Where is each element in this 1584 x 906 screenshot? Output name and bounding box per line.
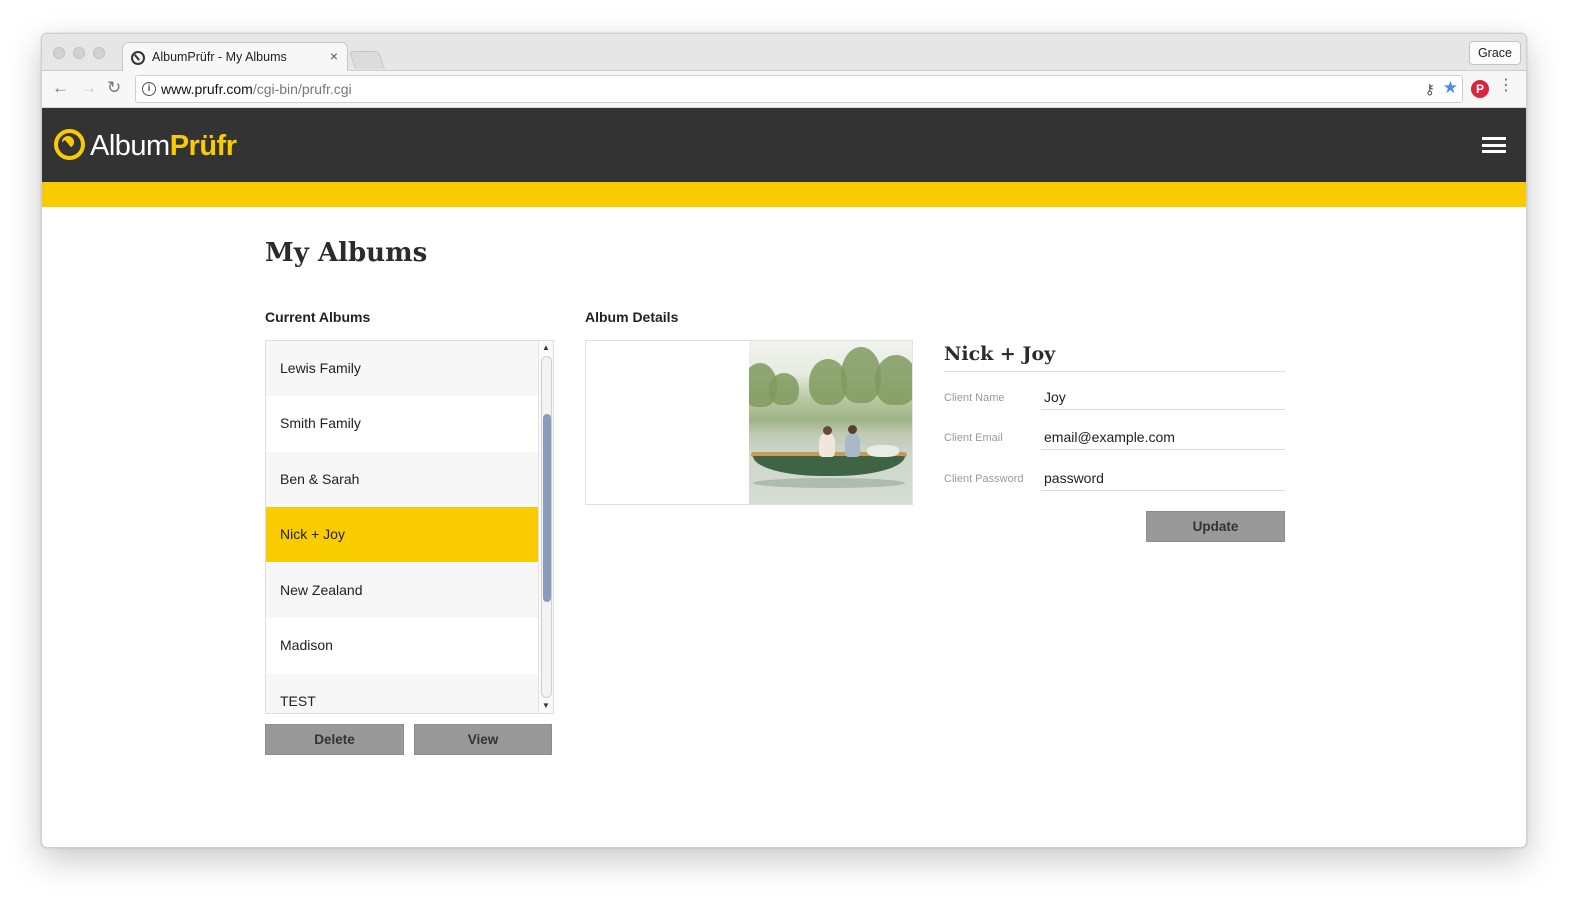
maximize-window-icon[interactable]	[93, 47, 105, 59]
forward-arrow-icon[interactable]: →	[80, 79, 97, 96]
url-text[interactable]: www.prufr.com/cgi-bin/prufr.cgi	[161, 81, 352, 97]
browser-toolbar: ← → ↻ i www.prufr.com/cgi-bin/prufr.cgi …	[42, 71, 1526, 108]
tab-title: AlbumPrüfr - My Albums	[152, 50, 287, 64]
update-button[interactable]: Update	[1146, 511, 1285, 542]
album-item-new-zealand[interactable]: New Zealand	[266, 563, 539, 618]
minimize-window-icon[interactable]	[73, 47, 85, 59]
client-email-input[interactable]	[1041, 424, 1285, 450]
scroll-down-icon[interactable]: ▼	[542, 702, 550, 710]
client-email-label: Client Email	[944, 432, 1003, 444]
new-tab-button[interactable]	[349, 51, 385, 69]
pinterest-icon[interactable]: P	[1471, 80, 1489, 98]
album-item-ben-sarah[interactable]: Ben & Sarah	[266, 452, 539, 507]
scroll-up-icon[interactable]: ▲	[542, 344, 550, 352]
address-bar[interactable]: i www.prufr.com/cgi-bin/prufr.cgi ⚷ ★	[135, 75, 1463, 103]
tab-strip: AlbumPrüfr - My Albums × Grace	[42, 34, 1526, 72]
album-item-madison[interactable]: Madison	[266, 618, 539, 673]
scroll-thumb[interactable]	[543, 414, 551, 602]
scroll-track[interactable]	[541, 356, 552, 698]
back-arrow-icon[interactable]: ←	[52, 79, 69, 96]
album-detail-title: Nick + Joy	[944, 343, 1285, 372]
browser-tab[interactable]: AlbumPrüfr - My Albums ×	[122, 42, 348, 72]
client-name-label: Client Name	[944, 392, 1005, 404]
client-name-input[interactable]	[1041, 384, 1285, 410]
site-favicon-icon	[131, 51, 145, 65]
browser-window: AlbumPrüfr - My Albums × Grace ← → ↻ i w…	[41, 33, 1527, 848]
album-cover-image	[585, 340, 913, 505]
album-photo	[749, 341, 912, 504]
header-accent-band	[42, 182, 1526, 207]
view-button[interactable]: View	[414, 724, 552, 755]
info-icon[interactable]: i	[142, 82, 156, 96]
close-window-icon[interactable]	[53, 47, 65, 59]
key-icon[interactable]: ⚷	[1425, 81, 1435, 98]
album-list-scrollbar[interactable]: ▲ ▼	[538, 341, 553, 713]
delete-button[interactable]: Delete	[265, 724, 404, 755]
hamburger-menu-icon[interactable]	[1482, 137, 1506, 153]
site-logo[interactable]: AlbumPrüfr	[90, 131, 237, 161]
tab-close-icon[interactable]: ×	[330, 48, 338, 64]
star-icon[interactable]: ★	[1443, 78, 1458, 98]
client-password-label: Client Password	[944, 473, 1024, 485]
album-list[interactable]: Lewis Family Smith Family Ben & Sarah Ni…	[265, 340, 554, 714]
client-password-input[interactable]	[1041, 465, 1285, 491]
site-header: AlbumPrüfr	[42, 108, 1526, 182]
album-item-smith-family[interactable]: Smith Family	[266, 396, 539, 451]
album-item-test[interactable]: TEST	[266, 674, 539, 713]
current-albums-label: Current Albums	[265, 309, 371, 325]
page-title: My Albums	[265, 238, 428, 268]
reload-icon[interactable]: ↻	[107, 79, 121, 96]
album-item-lewis-family[interactable]: Lewis Family	[266, 341, 539, 396]
menu-dots-icon[interactable]: ⋮	[1498, 78, 1514, 94]
profile-button[interactable]: Grace	[1468, 41, 1521, 65]
album-details-label: Album Details	[585, 309, 679, 325]
album-item-nick-joy[interactable]: Nick + Joy	[266, 507, 539, 562]
logo-icon[interactable]	[54, 129, 85, 160]
